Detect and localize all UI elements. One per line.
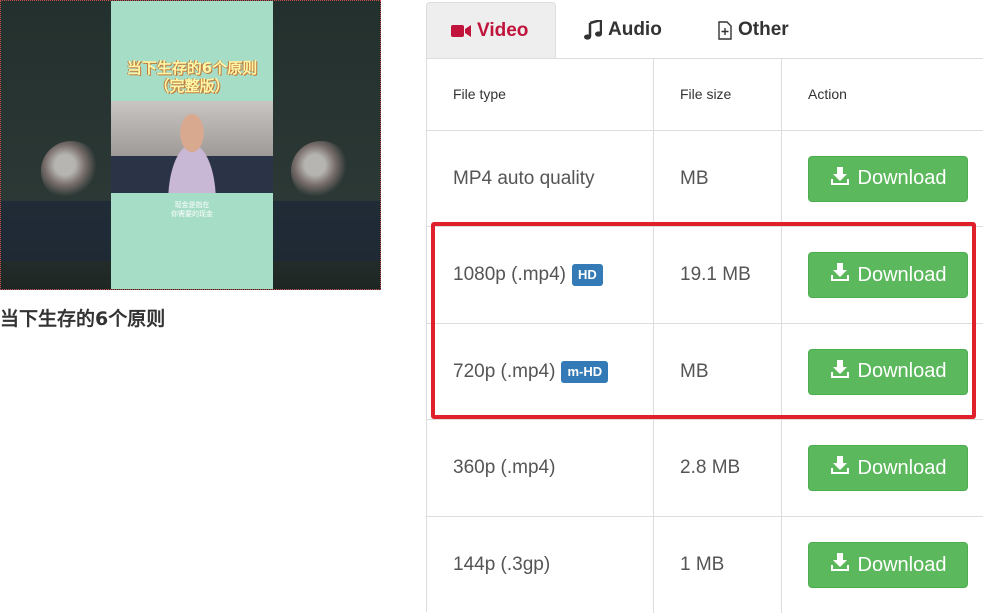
table-row: MP4 auto quality MB Download bbox=[427, 131, 983, 227]
tab-video-label: Video bbox=[477, 19, 529, 41]
download-button-label: Download bbox=[857, 167, 947, 189]
header-file-type: File type bbox=[427, 58, 654, 130]
file-type-cell: 720p (.mp4) m-HD bbox=[427, 324, 654, 419]
file-size-cell: MB bbox=[654, 131, 782, 226]
tab-audio-label: Audio bbox=[608, 19, 662, 40]
download-icon bbox=[830, 166, 850, 192]
file-size-cell: MB bbox=[654, 324, 782, 419]
thumbnail-title-line-1: 当下生存的6个原则 bbox=[126, 59, 258, 77]
action-cell: Download bbox=[782, 517, 983, 613]
file-size-cell: 19.1 MB bbox=[654, 227, 782, 323]
download-button-label: Download bbox=[857, 263, 947, 286]
file-type-label: MP4 auto quality bbox=[453, 167, 595, 189]
thumbnail-caption-line-1: 现金是指在 bbox=[174, 201, 210, 209]
tab-other[interactable]: Other bbox=[694, 2, 813, 58]
tab-other-label: Other bbox=[738, 19, 789, 40]
file-plus-icon bbox=[718, 20, 732, 40]
table-header-row: File type File size Action bbox=[427, 58, 983, 131]
thumbnail-title: 当下生存的6个原则 （完整版） bbox=[111, 59, 273, 95]
music-note-icon bbox=[584, 20, 602, 40]
file-type-label: 144p (.3gp) bbox=[453, 554, 551, 575]
download-icon bbox=[830, 359, 850, 385]
action-cell: Download bbox=[782, 227, 983, 323]
header-action: Action bbox=[808, 86, 847, 102]
download-icon bbox=[830, 455, 850, 481]
table-row: 1080p (.mp4) HD 19.1 MB Download bbox=[427, 227, 983, 324]
tab-audio[interactable]: Audio bbox=[560, 2, 686, 58]
thumbnail-speaker bbox=[155, 113, 229, 193]
file-type-cell: 144p (.3gp) bbox=[427, 517, 654, 613]
tab-video[interactable]: Video bbox=[426, 2, 556, 58]
download-button-label: Download bbox=[857, 360, 947, 382]
file-size-cell: 1 MB bbox=[654, 517, 782, 613]
file-type-label: 1080p (.mp4) bbox=[453, 264, 567, 285]
download-icon bbox=[830, 262, 850, 288]
download-button[interactable]: Download bbox=[808, 348, 968, 395]
thumbnail-caption-line-2: 你需要的现金 bbox=[171, 210, 213, 218]
download-button-label: Download bbox=[857, 553, 947, 576]
file-type-cell: MP4 auto quality bbox=[427, 131, 654, 226]
header-file-size: File size bbox=[654, 58, 782, 130]
table-row: 144p (.3gp) 1 MB Download bbox=[427, 517, 983, 613]
table-row: 720p (.mp4) m-HD MB Download bbox=[427, 324, 983, 420]
file-size-cell: 2.8 MB bbox=[654, 420, 782, 516]
quality-badge: m-HD bbox=[561, 360, 609, 383]
action-cell: Download bbox=[782, 324, 983, 419]
video-title: 当下生存的6个原则 bbox=[0, 308, 166, 330]
action-cell: Download bbox=[782, 131, 983, 226]
thumbnail-flowers-left bbox=[41, 141, 101, 201]
download-button-label: Download bbox=[857, 456, 947, 479]
download-table: File type File size Action MP4 auto qual… bbox=[426, 58, 983, 613]
download-button[interactable]: Download bbox=[808, 252, 968, 298]
video-thumbnail[interactable]: 当下生存的6个原则 （完整版） 现金是指在 你需要的现金 bbox=[0, 0, 381, 290]
thumbnail-title-line-2: （完整版） bbox=[154, 77, 230, 95]
table-row: 360p (.mp4) 2.8 MB Download bbox=[427, 420, 983, 517]
format-tabs: Video Audio Other bbox=[426, 0, 983, 59]
file-type-cell: 1080p (.mp4) HD bbox=[427, 227, 654, 323]
quality-badge: HD bbox=[572, 264, 603, 286]
action-cell: Download bbox=[782, 420, 983, 516]
download-button[interactable]: Download bbox=[808, 155, 968, 202]
download-button[interactable]: Download bbox=[808, 542, 968, 588]
file-type-label: 720p (.mp4) bbox=[453, 360, 556, 382]
download-icon bbox=[830, 552, 850, 578]
file-type-cell: 360p (.mp4) bbox=[427, 420, 654, 516]
file-type-label: 360p (.mp4) bbox=[453, 457, 556, 478]
thumbnail-flowers-right bbox=[291, 141, 351, 201]
download-button[interactable]: Download bbox=[808, 445, 968, 491]
thumbnail-center-panel: 当下生存的6个原则 （完整版） 现金是指在 你需要的现金 bbox=[111, 1, 273, 289]
thumbnail-caption: 现金是指在 你需要的现金 bbox=[111, 201, 273, 219]
video-camera-icon bbox=[451, 24, 471, 38]
